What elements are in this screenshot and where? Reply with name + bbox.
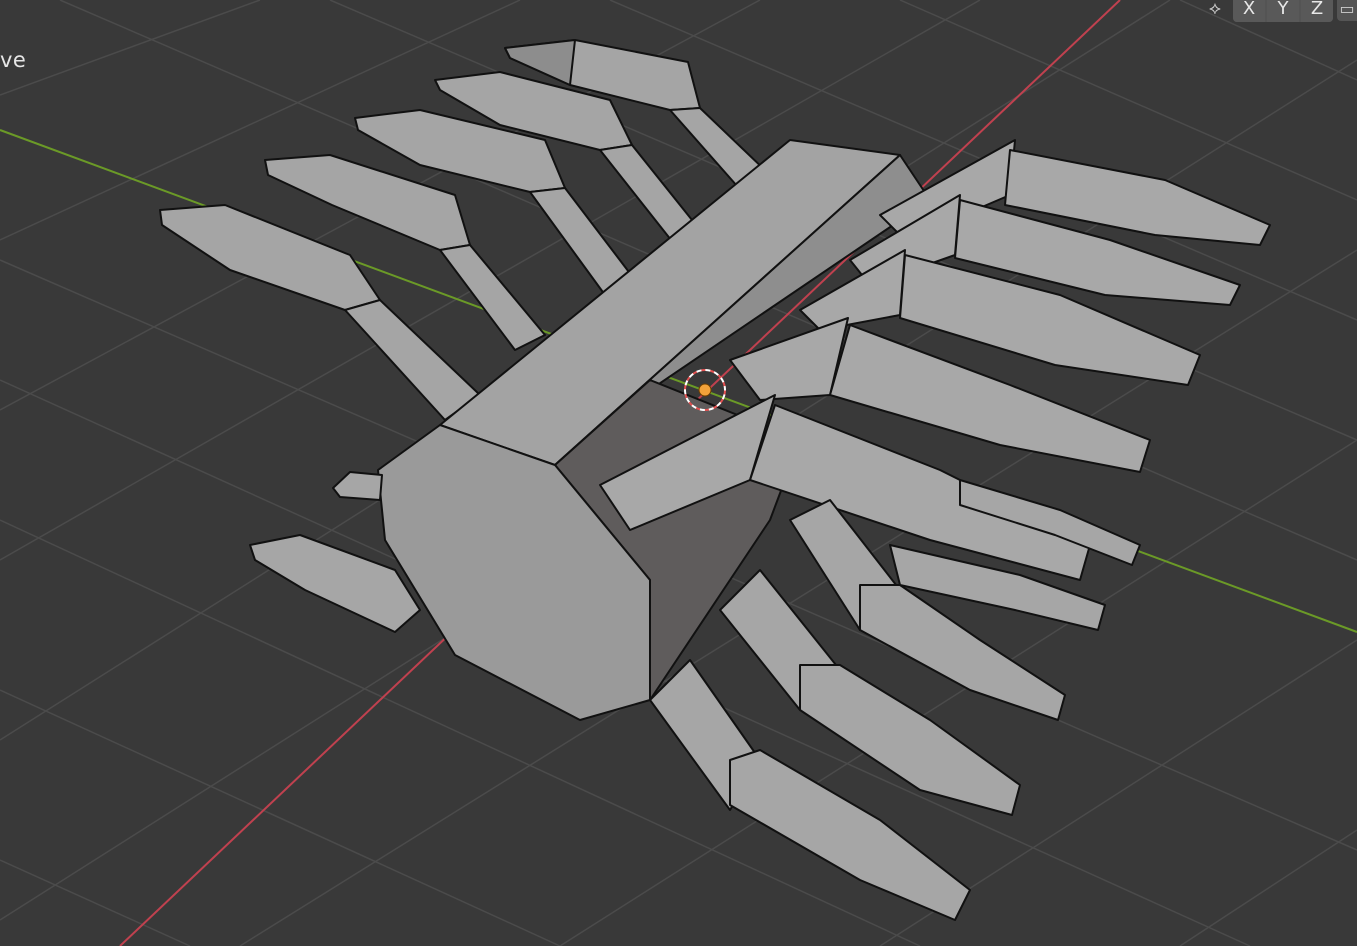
mirror-axis-toolbar: ⟡ X Y Z ▭ [1201,0,1357,22]
finger-front-left-2 [332,471,383,501]
mesh-object[interactable] [159,39,1271,921]
axis-z-button[interactable]: Z [1301,0,1333,22]
axis-toggle-group: X Y Z [1233,0,1333,22]
axis-x-button[interactable]: X [1233,0,1265,22]
viewport-mode-label: ve [0,48,27,72]
3d-viewport[interactable]: ve ⟡ X Y Z ▭ [0,0,1357,946]
lock-icon[interactable]: ▭ [1337,0,1357,21]
axis-y-button[interactable]: Y [1267,0,1299,22]
viewport-canvas[interactable] [0,0,1357,946]
move-gizmo-icon[interactable]: ⟡ [1201,0,1229,21]
